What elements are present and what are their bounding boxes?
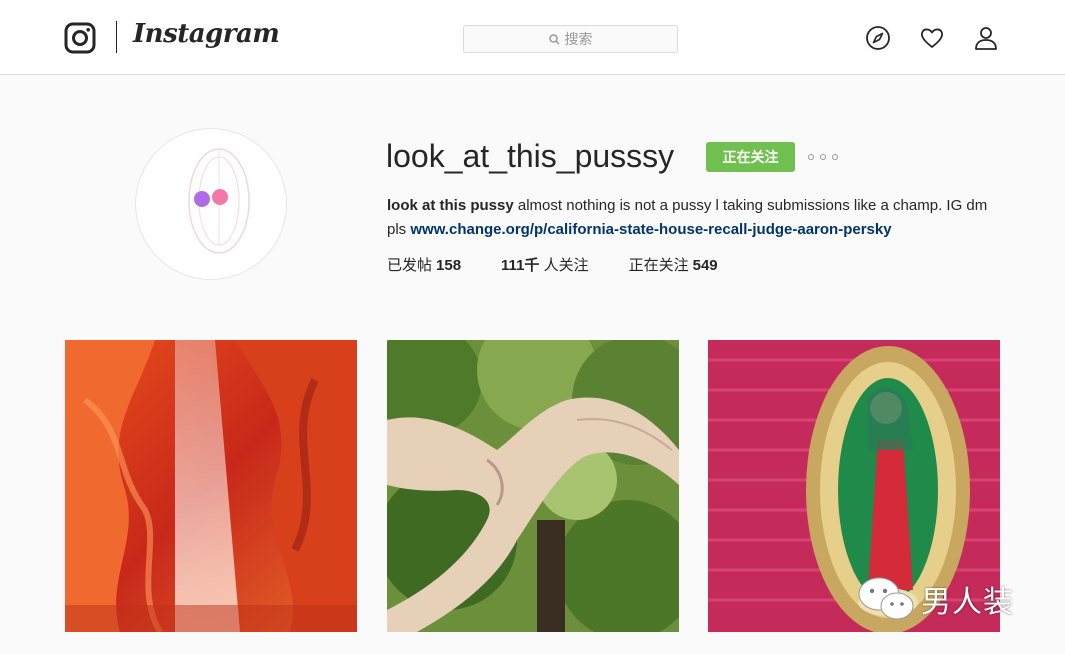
bio-link[interactable]: www.change.org/p/california-state-house-… [410,221,891,238]
posts-number: 158 [436,257,462,274]
search-icon [548,33,560,45]
posts-count: 已发帖 158 [387,255,461,277]
profile-username: look_at_this_pusssy [386,138,675,174]
canyon-photo [65,340,357,632]
followers-number: 111千 [501,257,540,274]
watermark-text: 男人装 [921,586,1014,619]
followers-count[interactable]: 111千 人关注 [501,255,589,277]
following-count[interactable]: 正在关注 549 [629,255,718,277]
bio-name: look at this pussy [387,197,514,214]
post-thumbnail[interactable] [65,340,357,632]
top-navigation-bar: Instagram 搜索 [0,0,1065,75]
user-icon[interactable] [973,25,999,51]
more-options-icon[interactable] [808,148,838,166]
avatar-illustration [188,148,250,254]
dot [808,154,814,160]
dot [832,154,838,160]
wechat-watermark: 男人装 [855,574,1014,624]
dot [820,154,826,160]
posts-label: 已发帖 [387,257,433,274]
profile-bio: look at this pussy almost nothing is not… [387,194,1007,242]
post-thumbnail[interactable] [387,340,679,632]
compass-icon[interactable] [865,25,891,51]
logo-divider [116,21,117,53]
profile-avatar[interactable] [135,128,287,280]
followers-label: 人关注 [543,257,589,274]
following-button[interactable]: 正在关注 [706,142,795,172]
following-label: 正在关注 [628,257,689,274]
search-input[interactable]: 搜索 [463,25,678,53]
tree-photo [387,340,679,632]
instagram-wordmark[interactable]: Instagram [133,19,280,49]
profile-stats: 已发帖 158 111千 人关注 正在关注 549 [387,255,758,277]
following-number: 549 [692,257,718,274]
instagram-camera-icon[interactable] [64,22,96,54]
search-placeholder: 搜索 [564,31,593,47]
heart-icon[interactable] [919,25,945,51]
wechat-icon [858,577,914,620]
